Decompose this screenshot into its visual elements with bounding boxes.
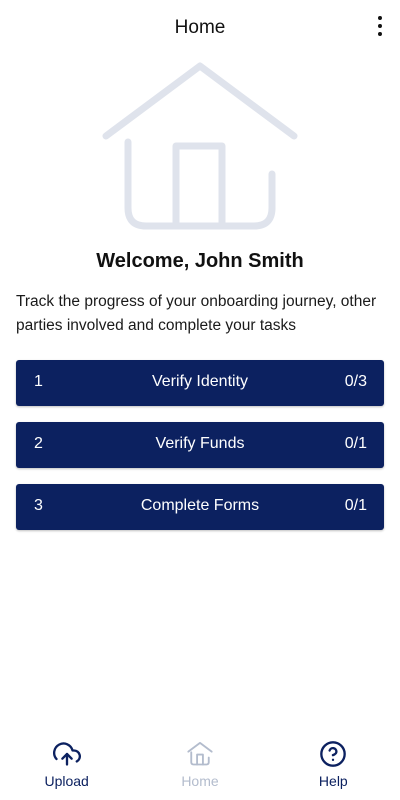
nav-home[interactable]: Home [133,736,266,800]
page-title: Home [174,17,226,38]
help-circle-icon [320,741,347,767]
step-progress: 0/3 [344,373,367,390]
nav-upload[interactable]: Upload [0,736,133,800]
menu-dot [378,24,382,28]
upload-cloud-icon [52,742,81,766]
home-icon [187,741,213,766]
step-progress: 0/1 [344,435,367,452]
nav-label-home: Home [181,773,219,789]
step-verify-funds[interactable]: 2 Verify Funds 0/1 [16,422,384,468]
nav-label-help: Help [318,773,348,789]
step-progress: 0/1 [344,497,367,514]
app-header: Home [0,0,400,56]
step-complete-forms[interactable]: 3 Complete Forms 0/1 [16,484,384,530]
welcome-heading: Welcome, John Smith [96,250,304,272]
intro-text: Track the progress of your onboarding jo… [16,293,377,334]
bottom-nav: Upload Home Help [0,736,400,800]
house-icon [102,62,298,230]
menu-dot [378,16,382,20]
step-verify-identity[interactable]: 1 Verify Identity 0/3 [16,360,384,406]
steps-list: 1 Verify Identity 0/3 2 Verify Funds 0/1… [16,360,384,546]
step-label: Complete Forms [140,497,260,514]
menu-dot [378,32,382,36]
nav-help[interactable]: Help [267,736,400,800]
nav-label-upload: Upload [44,773,89,789]
step-label: Verify Funds [155,435,245,452]
more-vertical-icon[interactable] [370,12,390,40]
step-label: Verify Identity [151,373,249,390]
